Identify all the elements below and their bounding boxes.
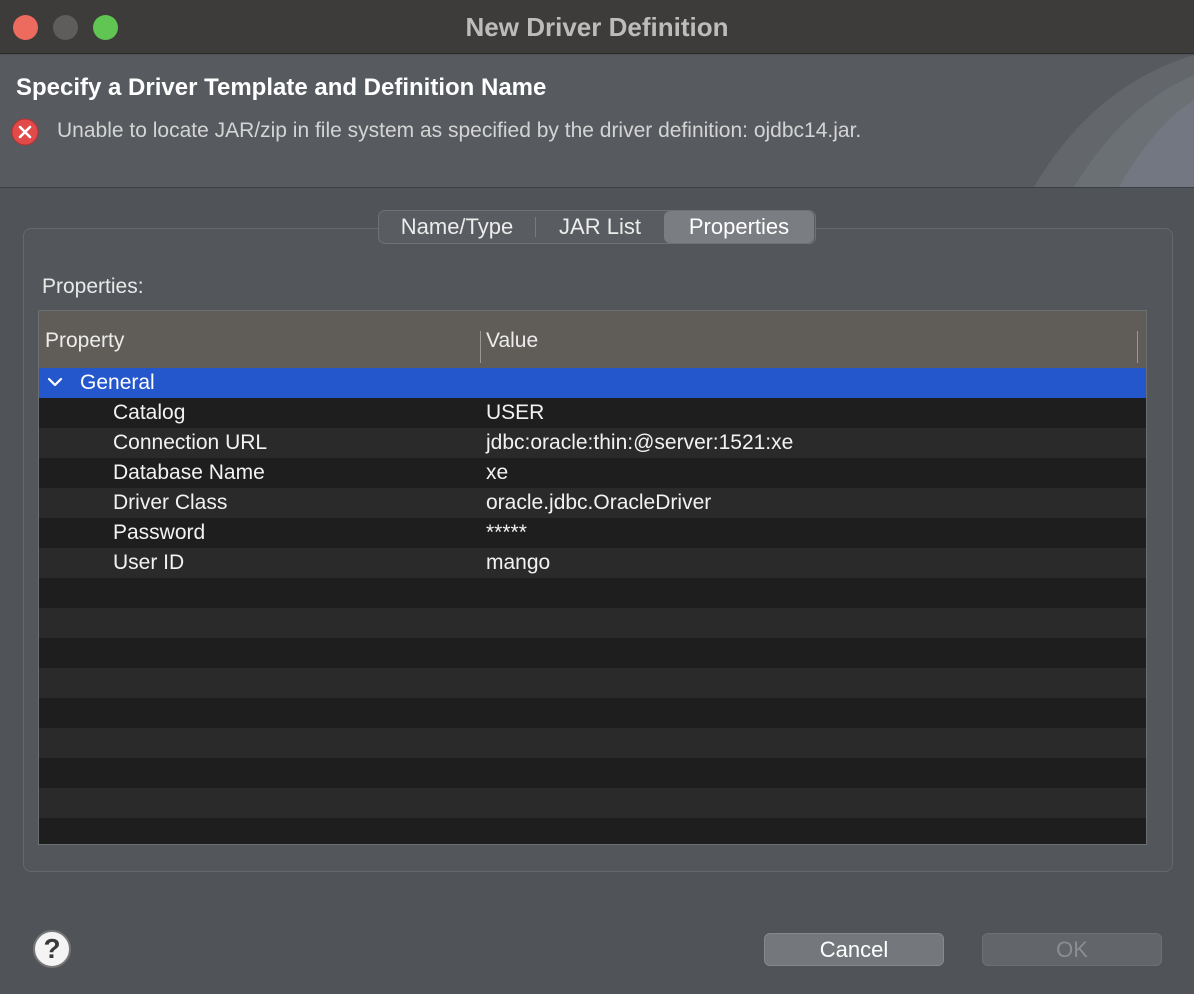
table-row[interactable]: Driver Class oracle.jdbc.OracleDriver: [39, 488, 1146, 518]
column-header-property[interactable]: Property: [45, 329, 124, 353]
property-name: Connection URL: [113, 431, 268, 454]
properties-table[interactable]: Property Value General Catalog USER Conn…: [38, 310, 1147, 845]
empty-row: [39, 578, 1146, 608]
empty-row: [39, 608, 1146, 638]
error-icon: [11, 118, 39, 146]
table-body: General Catalog USER Connection URL jdbc…: [39, 368, 1146, 844]
empty-row: [39, 728, 1146, 758]
empty-row: [39, 818, 1146, 844]
title-bar: New Driver Definition: [0, 0, 1194, 54]
window-title: New Driver Definition: [465, 12, 729, 42]
ok-button[interactable]: OK: [982, 933, 1162, 966]
property-value[interactable]: mango: [486, 551, 550, 575]
property-name: Driver Class: [113, 491, 228, 514]
property-value[interactable]: xe: [486, 461, 508, 485]
empty-row: [39, 668, 1146, 698]
property-name: User ID: [113, 551, 185, 574]
property-value[interactable]: jdbc:oracle:thin:@server:1521:xe: [486, 431, 793, 455]
property-value[interactable]: oracle.jdbc.OracleDriver: [486, 491, 711, 515]
properties-label: Properties:: [42, 275, 144, 298]
table-header: Property Value: [39, 311, 1146, 368]
cancel-button[interactable]: Cancel: [764, 933, 944, 966]
column-divider[interactable]: [480, 331, 481, 363]
table-row[interactable]: Connection URL jdbc:oracle:thin:@server:…: [39, 428, 1146, 458]
property-name: Password: [113, 521, 206, 544]
tab-properties[interactable]: Properties: [664, 211, 814, 243]
column-divider[interactable]: [1137, 331, 1138, 363]
table-row[interactable]: Catalog USER: [39, 398, 1146, 428]
table-row[interactable]: Password *****: [39, 518, 1146, 548]
table-row[interactable]: User ID mango: [39, 548, 1146, 578]
error-message: Unable to locate JAR/zip in file system …: [57, 119, 862, 142]
empty-row: [39, 758, 1146, 788]
property-value[interactable]: *****: [486, 521, 527, 545]
header-decoration: [1034, 55, 1194, 187]
dialog-content: Name/Type JAR List Properties Properties…: [0, 187, 1194, 994]
group-row-general[interactable]: General: [39, 368, 1146, 398]
group-label: General: [80, 371, 155, 394]
help-icon: ?: [43, 933, 61, 964]
page-title: Specify a Driver Template and Definition…: [16, 74, 547, 101]
table-row[interactable]: Database Name xe: [39, 458, 1146, 488]
tab-name-type[interactable]: Name/Type: [379, 211, 535, 243]
property-name: Catalog: [113, 401, 186, 424]
property-value[interactable]: USER: [486, 401, 544, 425]
chevron-down-icon[interactable]: [47, 376, 63, 388]
wizard-header: Specify a Driver Template and Definition…: [0, 55, 1194, 187]
empty-row: [39, 638, 1146, 668]
empty-row: [39, 788, 1146, 818]
property-name: Database Name: [113, 461, 265, 484]
column-header-value[interactable]: Value: [486, 329, 538, 353]
help-button[interactable]: ?: [33, 930, 71, 968]
empty-row: [39, 698, 1146, 728]
tab-jar-list[interactable]: JAR List: [536, 211, 664, 243]
tab-bar: Name/Type JAR List Properties: [378, 210, 816, 244]
